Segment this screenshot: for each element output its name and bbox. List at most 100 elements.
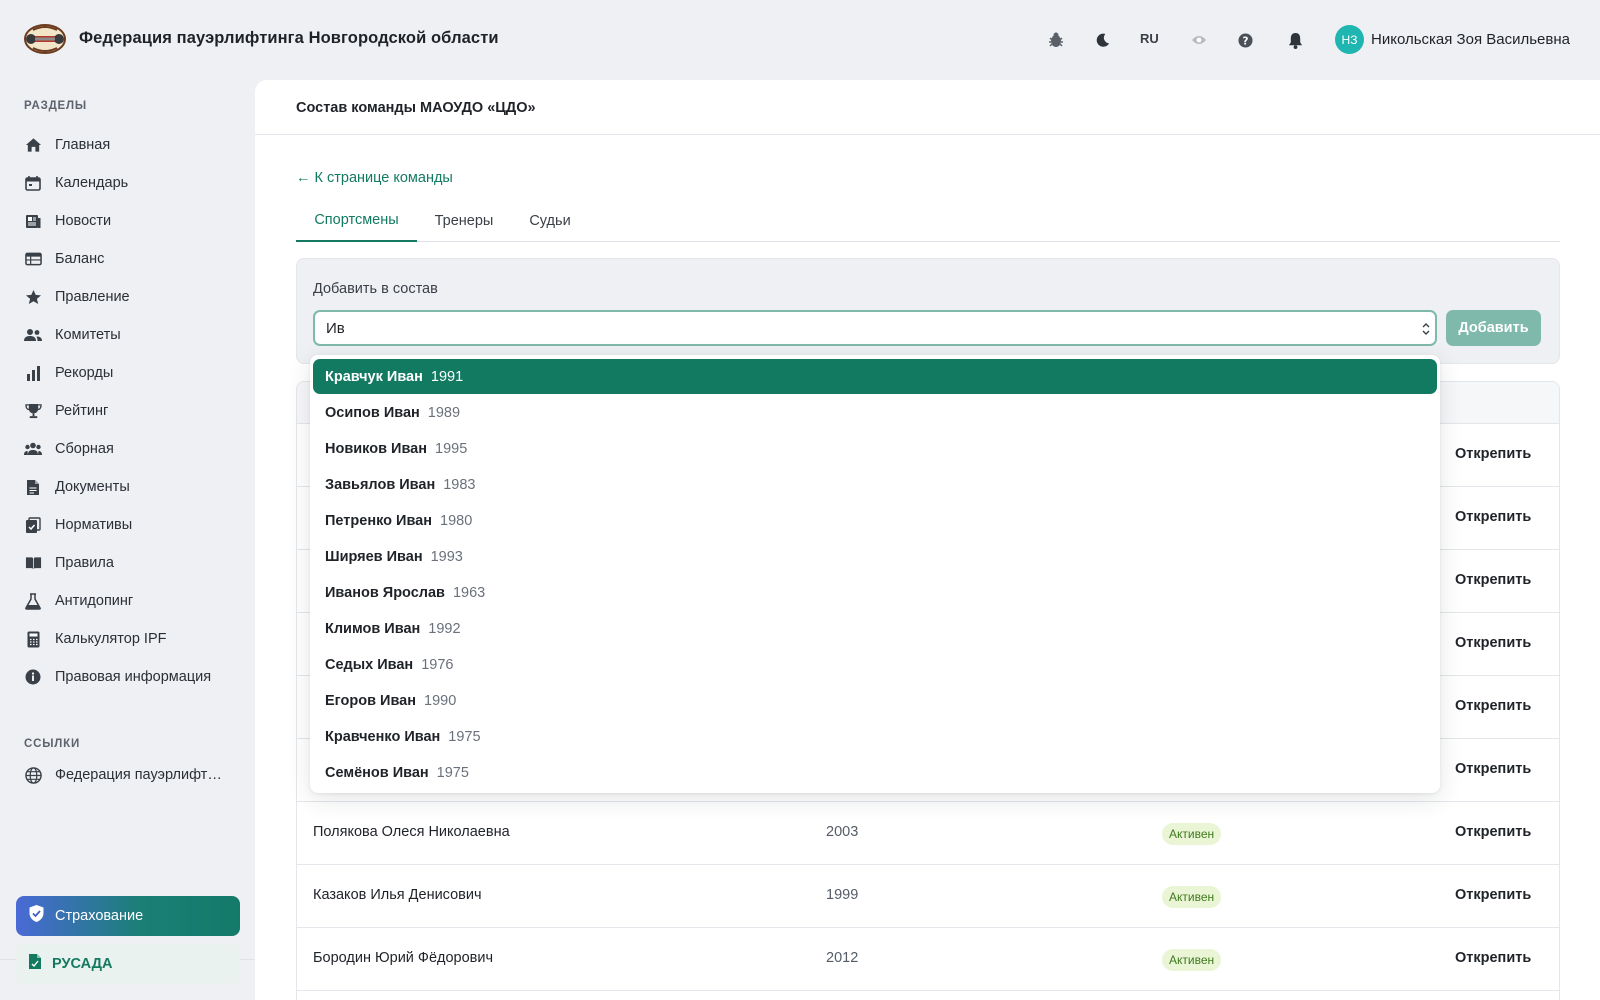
table-row: Полякова Олеся Николаевна 2003 Активен Откр… (297, 802, 1559, 865)
dropdown-option[interactable]: Егоров Иван 1990 (313, 683, 1437, 718)
sidebar-item-rating[interactable]: Рейтинг (24, 396, 244, 426)
detach-button[interactable]: Открепить (1455, 509, 1531, 525)
sidebar-item-home[interactable]: Главная (24, 130, 244, 160)
language-switch[interactable]: RU (1140, 31, 1159, 46)
option-name: Петренко Иван (325, 512, 432, 529)
dropdown-option[interactable]: Ширяев Иван 1993 (313, 539, 1437, 574)
trophy-icon (24, 402, 42, 420)
sidebar-item-calendar[interactable]: Календарь (24, 168, 244, 198)
document-icon (24, 478, 42, 496)
avatar[interactable]: НЗ (1335, 25, 1364, 54)
add-button[interactable]: Добавить (1446, 310, 1541, 346)
option-name: Ширяев Иван (325, 548, 423, 565)
user-name[interactable]: Никольская Зоя Васильевна (1371, 31, 1570, 48)
athlete-dropdown: Кравчук Иван 1991 Осипов Иван 1989 Новиков И… (310, 355, 1440, 793)
tab-athletes[interactable]: Спортсмены (296, 200, 417, 242)
eye-icon[interactable] (1187, 27, 1211, 53)
sidebar-item-balance[interactable]: Баланс (24, 244, 244, 274)
sidebar-item-label: Антидопинг (55, 593, 134, 609)
add-to-roster-label: Добавить в состав (313, 281, 438, 297)
sidebar-item-label: Главная (55, 137, 111, 153)
sidebar: РАЗДЕЛЫ Главная Календарь Новости Баланс… (0, 80, 255, 1000)
sidebar-item-label: Рекорды (55, 365, 114, 381)
table-row: Казаков Илья Денисович 1999 Активен Открепи… (297, 865, 1559, 928)
federation-logo[interactable] (23, 22, 67, 56)
sidebar-item-committees[interactable]: Комитеты (24, 320, 244, 350)
add-to-roster-box: Добавить в состав Добавить (296, 258, 1560, 364)
dropdown-option[interactable]: Осипов Иван 1989 (313, 395, 1437, 430)
status-badge: Активен (1162, 949, 1222, 971)
option-year: 1989 (427, 404, 461, 421)
home-icon (24, 136, 42, 154)
rusada-label: РУСАДА (52, 956, 113, 972)
option-year: 1976 (421, 656, 454, 673)
option-name: Климов Иван (325, 620, 421, 637)
links-heading: ССЫЛКИ (24, 738, 81, 750)
flask-icon (24, 592, 42, 610)
athlete-name: Бородин Юрий Фёдорович (313, 950, 494, 966)
dropdown-option[interactable]: Седых Иван 1976 (313, 647, 1437, 682)
detach-button[interactable]: Открепить (1455, 950, 1531, 966)
tabs: Спортсмены Тренеры Судьи (296, 200, 1560, 242)
calendar-icon (24, 174, 42, 192)
sidebar-item-board[interactable]: Правление (24, 282, 244, 312)
option-year: 1992 (428, 620, 461, 637)
calculator-icon (24, 630, 42, 648)
moon-icon[interactable] (1090, 27, 1114, 53)
insurance-label: Страхование (55, 908, 144, 924)
sidebar-item-standards[interactable]: Нормативы (24, 510, 244, 540)
sidebar-item-news[interactable]: Новости (24, 206, 244, 236)
page-title: Состав команды МАОУДО «ЦДО» (296, 100, 536, 116)
tab-coaches[interactable]: Тренеры (425, 200, 503, 242)
sidebar-item-national-team[interactable]: Сборная (24, 434, 244, 464)
athlete-search-select[interactable] (313, 310, 1437, 346)
sidebar-item-documents[interactable]: Документы (24, 472, 244, 502)
rusada-button[interactable]: РУСАДА (16, 944, 240, 984)
dropdown-option[interactable]: Кравчук Иван 1991 (313, 359, 1437, 394)
dropdown-option[interactable]: Климов Иван 1992 (313, 611, 1437, 646)
birth-year: 2003 (826, 824, 859, 840)
detach-button[interactable]: Открепить (1455, 446, 1531, 462)
detach-button[interactable]: Открепить (1455, 698, 1531, 714)
sidebar-item-antidoping[interactable]: Антидопинг (24, 586, 244, 616)
dropdown-option[interactable]: Иванов Ярослав 1963 (313, 575, 1437, 610)
sidebar-item-rules[interactable]: Правила (24, 548, 244, 578)
sidebar-item-ipf-calculator[interactable]: Калькулятор IPF (24, 624, 244, 654)
top-bar: Федерация пауэрлифтинга Новгородской обл… (0, 0, 1600, 80)
detach-button[interactable]: Открепить (1455, 761, 1531, 777)
clipboard-icon (24, 516, 42, 534)
newspaper-icon (24, 212, 42, 230)
option-year: 1975 (436, 764, 469, 781)
dropdown-option[interactable]: Семёнов Иван 1975 (313, 755, 1437, 790)
info-icon (24, 668, 42, 686)
bug-icon[interactable] (1044, 27, 1068, 53)
tab-judges[interactable]: Судьи (523, 200, 577, 242)
insurance-button[interactable]: Страхование (16, 896, 240, 936)
users-icon (24, 326, 42, 344)
dropdown-option[interactable]: Новиков Иван 1995 (313, 431, 1437, 466)
sidebar-item-legal-info[interactable]: Правовая информация (24, 662, 244, 692)
dropdown-option[interactable]: Кравченко Иван 1975 (313, 719, 1437, 754)
svg-text:?: ? (1242, 35, 1248, 47)
detach-button[interactable]: Открепить (1455, 635, 1531, 651)
option-name: Завьялов Иван (325, 476, 436, 493)
option-year: 1975 (448, 728, 481, 745)
detach-button[interactable]: Открепить (1455, 824, 1531, 840)
bell-icon[interactable] (1283, 27, 1307, 53)
option-name: Иванов Ярослав (325, 584, 445, 601)
birth-year: 2012 (826, 950, 859, 966)
sidebar-item-records[interactable]: Рекорды (24, 358, 244, 388)
sidebar-item-label: Правовая информация (55, 669, 212, 685)
help-icon[interactable]: ? (1233, 27, 1257, 53)
sidebar-link-federation[interactable]: Федерация пауэрлифтинга Новгородской обл… (24, 760, 244, 790)
detach-button[interactable]: Открепить (1455, 572, 1531, 588)
page-header: Состав команды МАОУДО «ЦДО» (255, 80, 1600, 135)
detach-button[interactable]: Открепить (1455, 887, 1531, 903)
option-year: 1983 (443, 476, 476, 493)
dropdown-option[interactable]: Завьялов Иван 1983 (313, 467, 1437, 502)
option-name: Кравченко Иван (325, 728, 441, 745)
dropdown-option[interactable]: Петренко Иван 1980 (313, 503, 1437, 538)
option-name: Кравчук Иван (325, 368, 423, 385)
sidebar-item-label: Календарь (55, 175, 129, 191)
back-to-team-link[interactable]: ← К странице команды (296, 170, 453, 186)
